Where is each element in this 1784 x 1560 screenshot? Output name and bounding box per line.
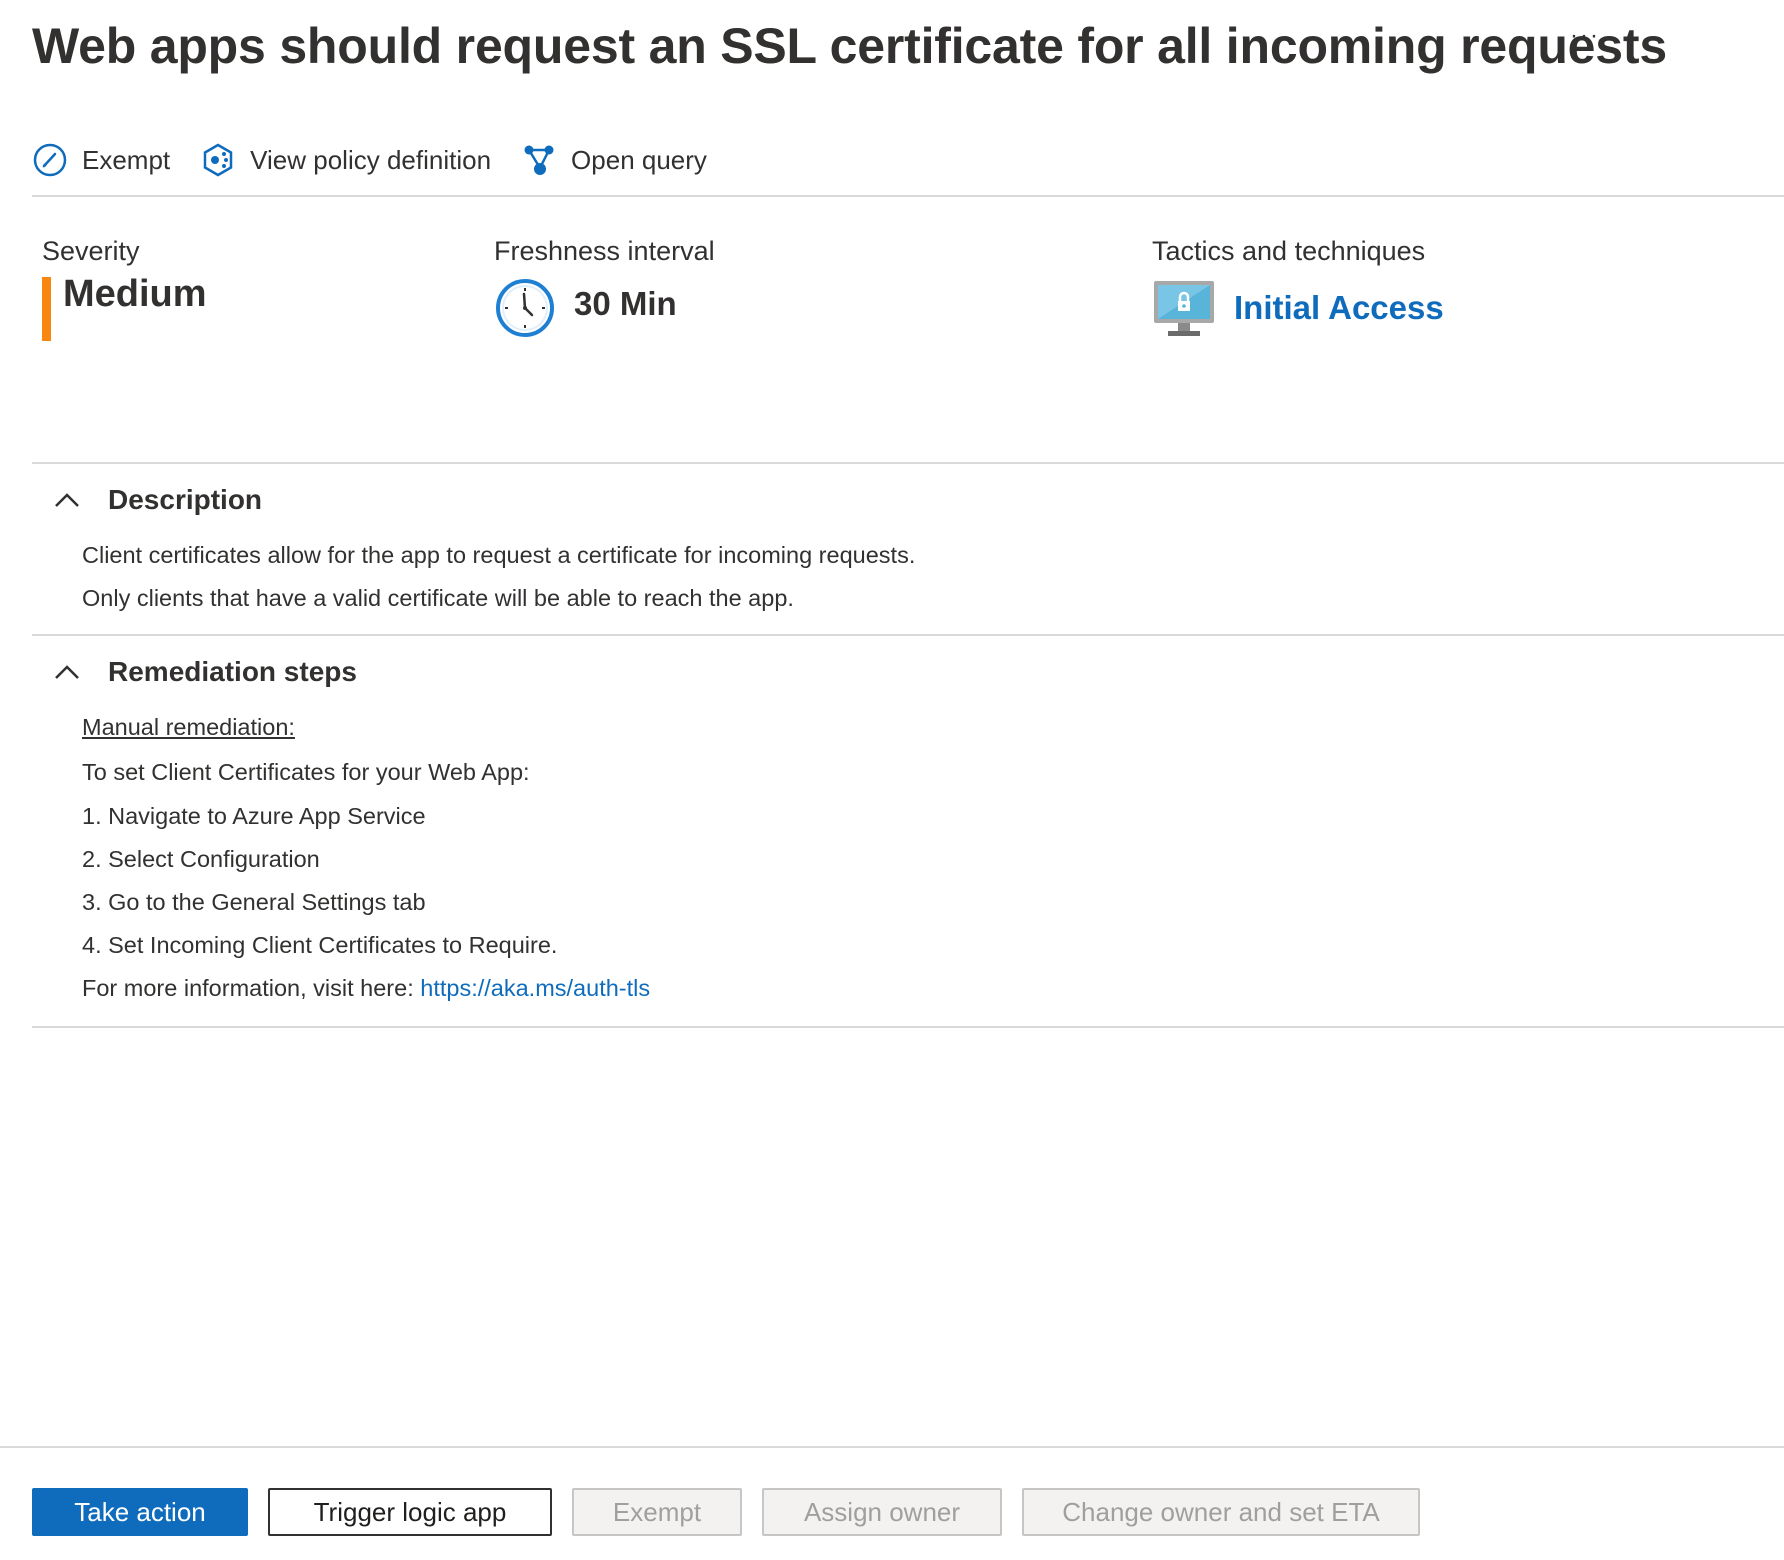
remediation-section-toggle[interactable]: Remediation steps — [52, 656, 357, 688]
more-options-button[interactable]: ··· — [1570, 22, 1600, 50]
tactics-label: Tactics and techniques — [1152, 236, 1426, 266]
edit-circle-icon — [32, 142, 68, 178]
more-info-line: For more information, visit here: https:… — [82, 975, 650, 1002]
query-graph-icon — [521, 142, 557, 178]
description-divider — [32, 634, 1784, 636]
description-section-toggle[interactable]: Description — [52, 484, 262, 516]
freshness-value-row: 30 Min — [494, 277, 715, 344]
monitor-lock-icon — [1152, 279, 1216, 344]
summary-divider — [32, 462, 1784, 464]
action-footer: Take action Trigger logic app Exempt Ass… — [32, 1488, 1440, 1536]
toolbar-divider — [32, 195, 1784, 197]
tactic-initial-access-link[interactable]: Initial Access — [1234, 289, 1444, 327]
title-row: Web apps should request an SSL certifica… — [32, 14, 1744, 78]
chevron-up-icon — [52, 657, 82, 687]
chevron-up-icon — [52, 485, 82, 515]
remediation-step: 3. Go to the General Settings tab — [82, 889, 426, 915]
recommendation-details-page: Web apps should request an SSL certifica… — [0, 0, 1784, 1560]
description-line: Only clients that have a valid certifica… — [82, 585, 794, 611]
description-line: Client certificates allow for the app to… — [82, 542, 916, 568]
assign-owner-button[interactable]: Assign owner — [762, 1488, 1002, 1536]
exempt-footer-button[interactable]: Exempt — [572, 1488, 742, 1536]
take-action-button[interactable]: Take action — [32, 1488, 248, 1536]
policy-definition-icon — [200, 142, 236, 178]
remediation-title: Remediation steps — [108, 656, 357, 687]
remediation-step: 1. Navigate to Azure App Service — [82, 803, 426, 829]
page-title: Web apps should request an SSL certifica… — [32, 18, 1667, 74]
trigger-logic-app-button[interactable]: Trigger logic app — [268, 1488, 552, 1536]
clock-icon — [494, 277, 556, 344]
remediation-divider — [32, 1026, 1784, 1028]
change-owner-set-eta-button[interactable]: Change owner and set ETA — [1022, 1488, 1420, 1536]
severity-value-row: Medium — [42, 273, 207, 341]
exempt-toolbar-button[interactable]: Exempt — [32, 138, 170, 182]
more-info-prefix: For more information, visit here: — [82, 975, 421, 1001]
severity-indicator-bar — [42, 277, 51, 341]
remediation-step: 4. Set Incoming Client Certificates to R… — [82, 932, 558, 958]
freshness-label: Freshness interval — [494, 236, 715, 266]
freshness-value: 30 Min — [574, 284, 677, 322]
footer-divider — [0, 1446, 1784, 1448]
view-policy-definition-label: View policy definition — [250, 144, 492, 175]
severity-value: Medium — [63, 273, 207, 315]
tactics-value-row: Initial Access — [1152, 279, 1444, 344]
severity-label: Severity — [42, 236, 140, 266]
freshness-block: Freshness interval 30 Min — [494, 236, 715, 344]
tactics-block: Tactics and techniques Initial Access — [1152, 236, 1444, 344]
open-query-label: Open query — [571, 144, 707, 175]
open-query-button[interactable]: Open query — [521, 138, 707, 182]
view-policy-definition-button[interactable]: View policy definition — [200, 138, 491, 182]
severity-block: Severity Medium — [42, 236, 207, 341]
manual-remediation-label: Manual remediation: — [82, 714, 295, 740]
remediation-intro: To set Client Certificates for your Web … — [82, 759, 530, 785]
description-title: Description — [108, 484, 263, 515]
command-toolbar: Exempt View policy definition Open query — [32, 138, 737, 182]
auth-tls-link[interactable]: https://aka.ms/auth-tls — [420, 975, 650, 1001]
exempt-toolbar-label: Exempt — [82, 144, 171, 175]
remediation-step: 2. Select Configuration — [82, 846, 320, 872]
